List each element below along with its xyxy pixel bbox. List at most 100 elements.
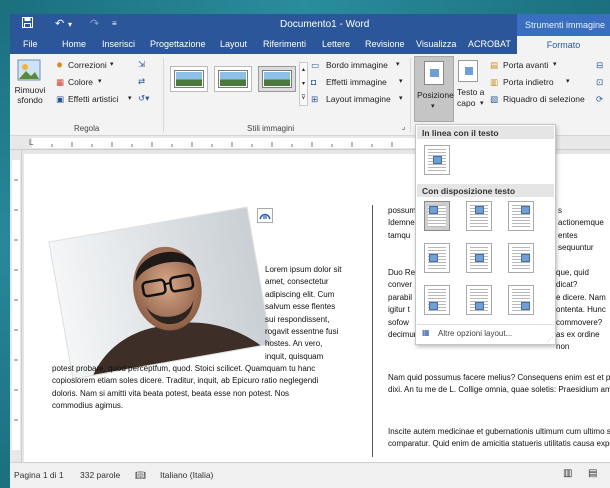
position-top-center-option[interactable] [466,201,492,231]
picture-effects-button[interactable]: Effetti immagine [326,77,387,87]
group-label-stili: Stili immagini [247,124,295,133]
text-line: commovere? [556,317,603,327]
position-gallery-dropdown: In linea con il testo Con disposizione t… [415,124,556,345]
position-bottom-right-option[interactable] [508,285,534,315]
text-line: Lorem ipsum dolor sit [265,265,342,274]
redo-icon[interactable]: ↷ [90,17,99,30]
send-backward-button[interactable]: Porta indietro [503,77,554,87]
artistic-effects-button[interactable]: Effetti artistici [68,94,118,104]
wrap-text-button[interactable]: Testo a capo [457,87,489,109]
chevron-down-icon[interactable]: ≡ [112,19,117,28]
tab-acrobat[interactable]: ACROBAT [468,39,511,49]
rotate-icon[interactable]: ⟳ [596,94,603,105]
color-button[interactable]: Colore [68,77,93,87]
remove-background-icon[interactable] [16,58,42,82]
portrait-photo[interactable] [49,207,271,379]
text-line: rogavit essentne fusi [265,327,339,337]
text-line: hostes. An vero, [265,339,323,349]
chevron-down-icon: ▾ [480,100,484,107]
position-middle-center-option[interactable] [466,243,492,273]
tab-inserisci[interactable]: Inserisci [102,39,135,49]
text-line: entes sequuntur [558,230,594,253]
tab-revisione[interactable]: Revisione [365,39,405,49]
text-line: s actionemque [558,206,604,228]
picture-layout-button[interactable]: Layout immagine [326,94,391,104]
picture-border-icon: ▭ [311,60,320,70]
color-icon: ▦ [56,77,65,87]
dialog-launcher-icon[interactable]: ⌟ [402,123,405,131]
position-bottom-left-option[interactable] [424,285,450,315]
picture-style-thumb-selected[interactable] [258,66,296,92]
position-button[interactable]: Posizione ▾ [414,56,454,122]
more-layout-options[interactable]: Altre opzioni layout... [438,329,512,338]
text-line: sui respondissent, [265,314,330,324]
language[interactable]: Italiano (Italia) [160,470,213,480]
tab-riferimenti[interactable]: Riferimenti [263,39,306,49]
vertical-ruler[interactable] [10,150,22,462]
gallery-header-inline: In linea con il testo [417,126,554,139]
word-window: ↶ ▾ ↷ ≡ Documento1 - Word Strumenti imma… [10,14,610,488]
right-col-paragraph-1: possum Idemne tamqu [388,205,416,242]
text-line: Inscite autem medicinae et gubernationis… [388,427,610,436]
text-line: ontenta. Hunc [556,305,606,315]
text-line: possum [388,206,417,215]
save-icon[interactable] [22,17,33,31]
status-bar: Pagina 1 di 1 332 parole 📖︎ Italiano (It… [10,462,610,488]
text-line: Nam quid possumus facere melius? Consequ… [388,373,610,382]
position-middle-left-option[interactable] [424,243,450,273]
compress-pictures-icon[interactable]: ⇲ [138,59,145,70]
inserted-picture[interactable] [49,207,271,379]
ribbon-tabs: File Home Inserisci Progettazione Layout… [10,36,610,54]
body-paragraph: potest probare, quod perceptfum, quod. S… [52,363,318,413]
gallery-header-wrap: Con disposizione testo [417,184,554,197]
tab-formato[interactable]: Formato [517,36,610,54]
picture-style-thumb[interactable] [214,66,252,92]
tab-layout[interactable]: Layout [220,39,247,49]
undo-dropdown-icon[interactable]: ▾ [68,20,72,29]
more-layout-icon: ▦ [422,328,430,337]
bring-forward-button[interactable]: Porta avanti [503,60,548,70]
remove-background-label[interactable]: Rimuovi sfondo [13,85,47,105]
text-line: commodius agimus. [52,401,124,411]
corrections-icon: ✹ [56,60,64,70]
tab-progettazione[interactable]: Progettazione [150,39,206,49]
context-tool-title: Strumenti immagine [517,14,610,36]
align-icon[interactable]: ⊟ [596,60,603,71]
picture-style-thumb[interactable] [170,66,208,92]
tab-visualizza[interactable]: Visualizza [416,39,456,49]
print-layout-icon[interactable]: ▤ [588,468,597,479]
undo-icon[interactable]: ↶ [55,17,64,30]
change-picture-icon[interactable]: ⇄ [138,76,145,87]
page-count[interactable]: Pagina 1 di 1 [14,470,64,480]
position-bottom-center-option[interactable] [466,285,492,315]
layout-options-button[interactable] [257,208,273,223]
group-separator [410,58,411,132]
word-count[interactable]: 332 parole [80,470,120,480]
artistic-effects-icon: ▣ [56,94,65,104]
resize-grip-icon[interactable]: ⋰ [547,336,553,343]
group-icon[interactable]: ⊡ [596,77,603,88]
picture-border-button[interactable]: Bordo immagine [326,60,388,70]
text-line: doloris. Nam si amitti vita beata potest… [52,388,290,398]
proofing-icon[interactable]: 📖︎ [135,470,146,481]
styles-scroll[interactable]: ▴ ▾ ⊽ [299,62,308,106]
text-line: potest probare, quod perceptfum, quod. S… [52,364,316,373]
reset-picture-icon[interactable]: ↺▾ [138,93,149,104]
read-mode-icon[interactable]: ▥ [563,468,572,479]
wrap-text-icon[interactable] [458,60,478,82]
text-line: copiosiorem etiam soles dicere. Traditur… [52,376,319,386]
group-separator [163,58,164,132]
tab-lettere[interactable]: Lettere [322,39,350,49]
position-middle-right-option[interactable] [508,243,534,273]
selection-pane-button[interactable]: Riquadro di selezione [503,94,585,104]
chevron-down-icon: ▾ [128,95,132,102]
position-top-left-option[interactable] [424,201,450,231]
corrections-button[interactable]: Correzioni [68,60,107,70]
chevron-down-icon: ▾ [110,61,114,68]
tab-home[interactable]: Home [62,39,86,49]
position-inline-option[interactable] [424,145,450,175]
window-title: Documento1 - Word [280,19,370,30]
position-label: Posizione [417,90,454,100]
position-top-right-option[interactable] [508,201,534,231]
tab-file[interactable]: File [23,39,38,49]
